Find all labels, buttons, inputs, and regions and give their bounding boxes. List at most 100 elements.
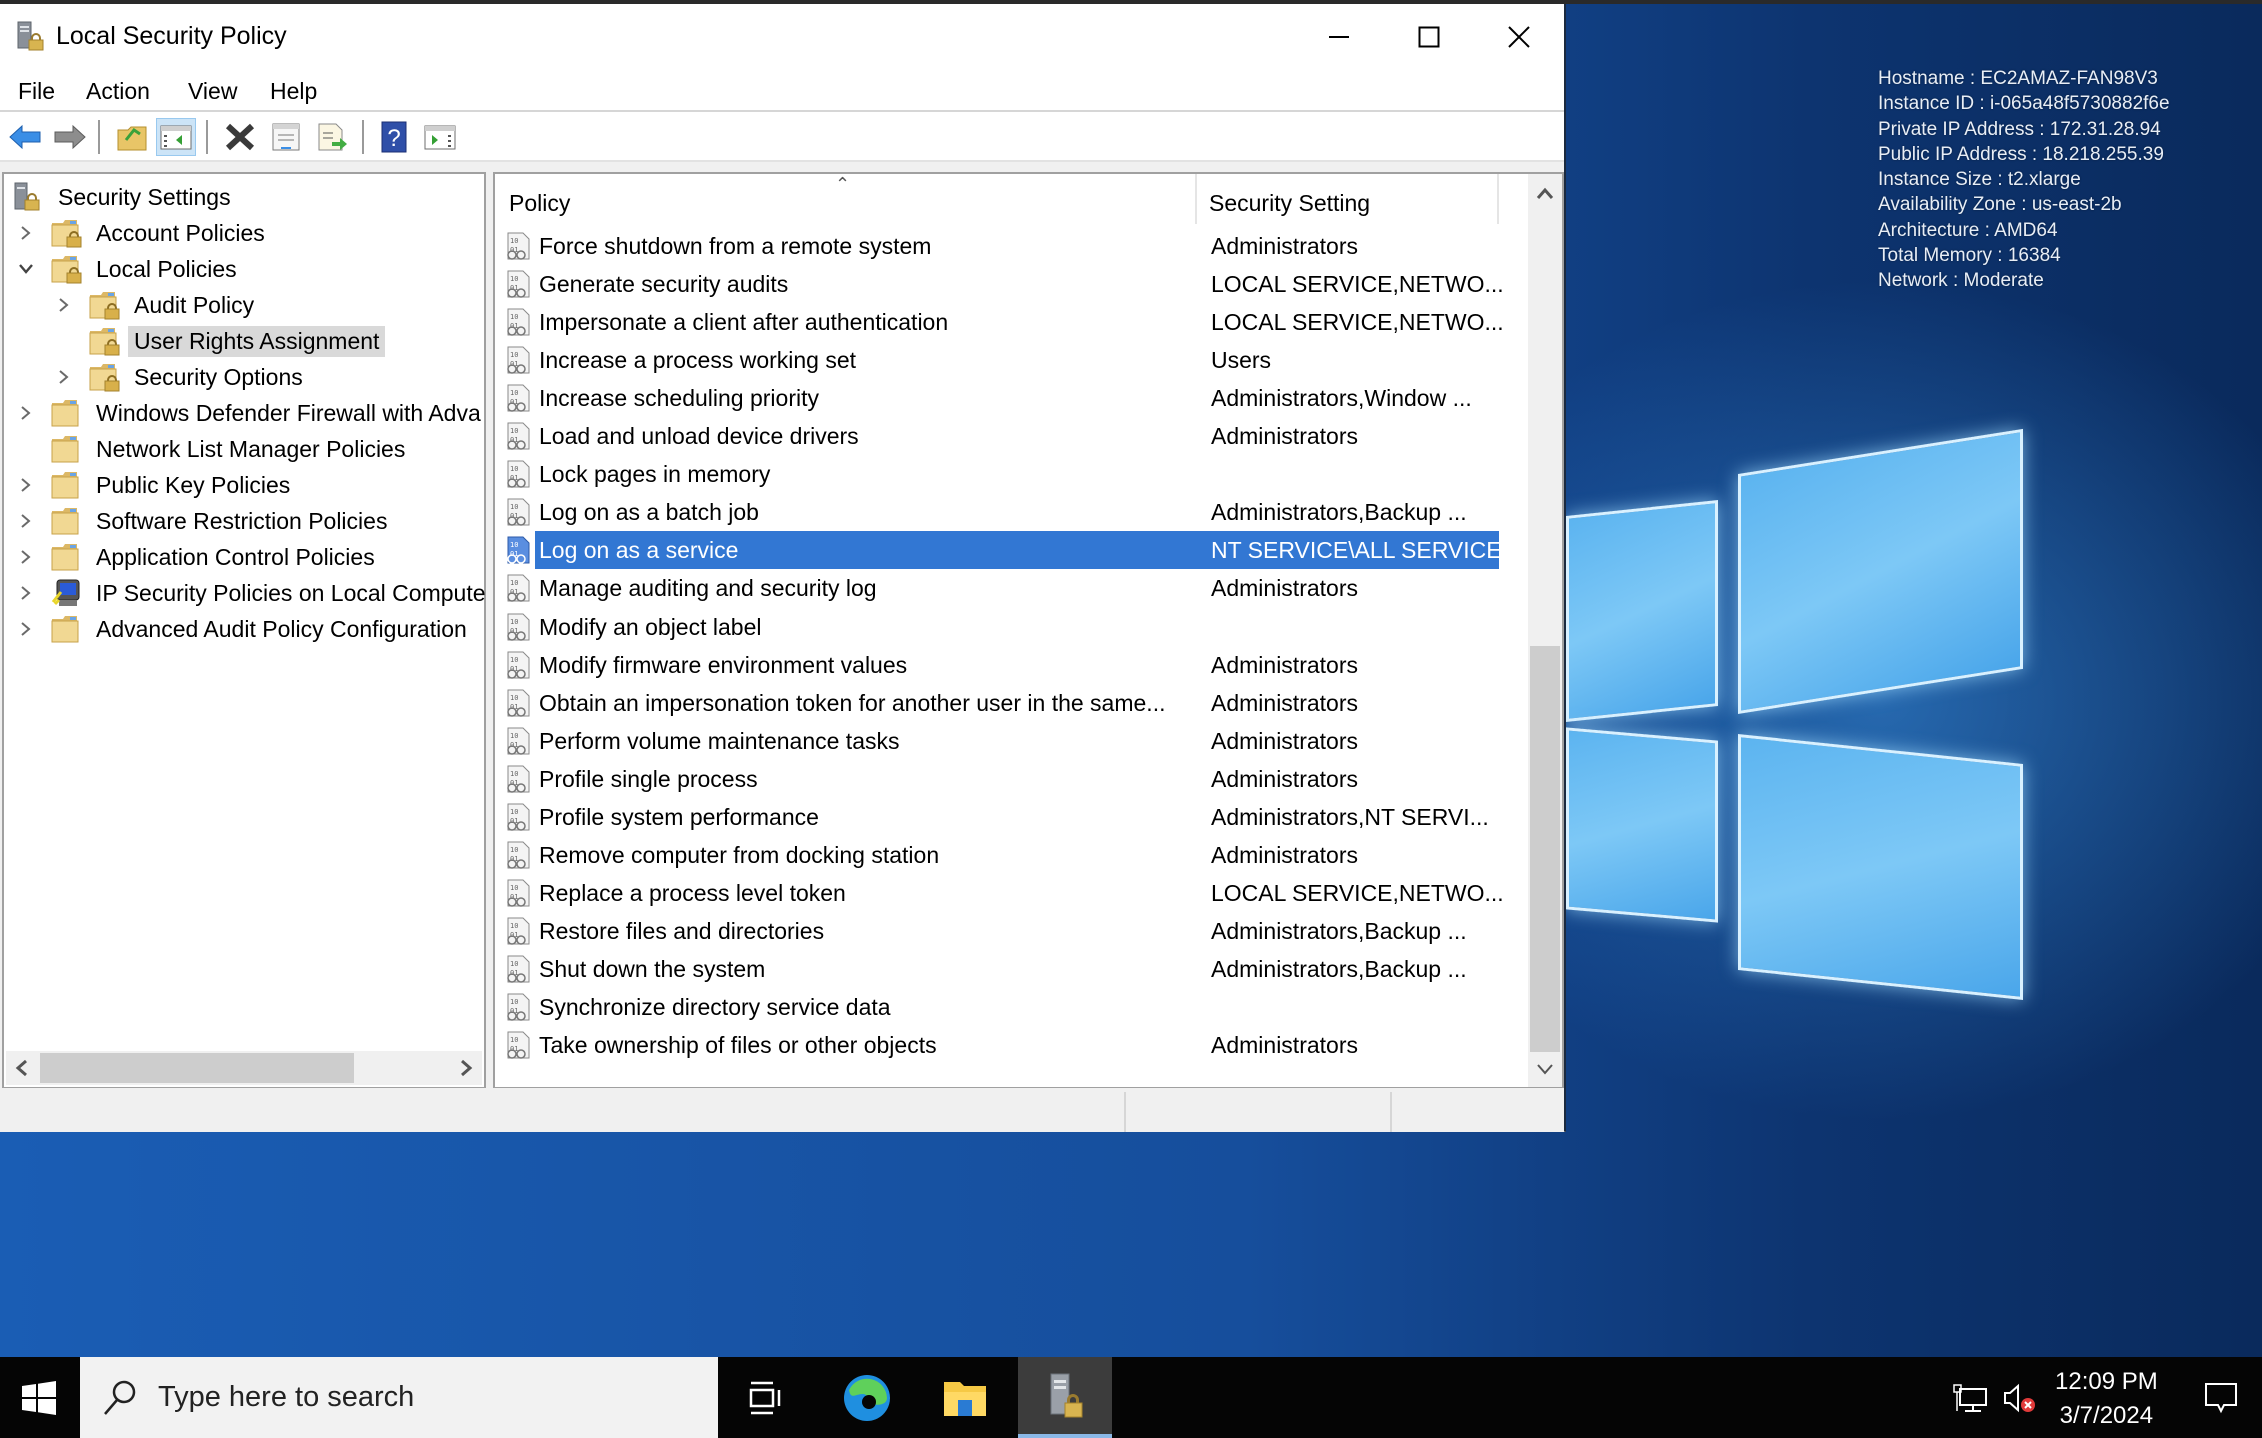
sysinfo-hostname: Hostname : EC2AMAZ-FAN98V3 <box>1878 68 2158 89</box>
expand-chevron-icon[interactable] <box>54 288 74 322</box>
tree-item-ip-security-policies-on-local-compute[interactable]: IP Security Policies on Local Compute <box>12 576 492 610</box>
notifications-icon <box>2205 1382 2237 1413</box>
tree-item-user-rights-assignment[interactable]: User Rights Assignment <box>50 324 386 358</box>
taskbar-edge[interactable] <box>820 1357 914 1438</box>
collapse-chevron-icon[interactable] <box>16 252 36 286</box>
action-center-button[interactable] <box>2196 1357 2246 1438</box>
security-setting-value: Administrators <box>1211 651 1358 678</box>
scroll-right-icon[interactable] <box>458 1059 474 1077</box>
expand-chevron-icon[interactable] <box>16 216 36 250</box>
policy-row[interactable]: 10 01 Replace a process level token LOCAL S… <box>503 874 1504 912</box>
show-hide-console-tree-button[interactable] <box>156 118 196 156</box>
up-one-level-button[interactable] <box>112 118 152 156</box>
menu-view[interactable]: View <box>188 78 237 105</box>
svg-text:10: 10 <box>510 846 518 854</box>
policy-row[interactable]: 10 01 Restore files and directories Adminis… <box>503 912 1499 950</box>
status-bar <box>0 1088 1564 1132</box>
maximize-button[interactable] <box>1384 4 1474 70</box>
menu-action[interactable]: Action <box>86 78 150 105</box>
expand-chevron-icon[interactable] <box>16 396 36 430</box>
expand-chevron-icon[interactable] <box>16 612 36 646</box>
menu-bar: File Action View Help <box>0 70 1564 112</box>
tree-horizontal-scrollbar[interactable] <box>6 1051 482 1085</box>
properties-button[interactable] <box>266 118 306 156</box>
title-bar[interactable]: Local Security Policy <box>0 4 1564 70</box>
policy-row[interactable]: 10 01 Log on as a service NT SERVICE\ALL SE… <box>503 531 1517 570</box>
tree-item-network-list-manager-policies[interactable]: Network List Manager Policies <box>12 432 411 466</box>
svg-text:10: 10 <box>510 998 518 1006</box>
scroll-up-icon[interactable] <box>1536 186 1554 200</box>
back-button[interactable] <box>5 118 45 156</box>
tree-item-account-policies[interactable]: Account Policies <box>12 216 271 250</box>
expand-chevron-icon[interactable] <box>16 540 36 574</box>
show-hide-action-pane-button[interactable] <box>420 118 460 156</box>
tree-item-windows-defender-firewall-with-adva[interactable]: Windows Defender Firewall with Adva <box>12 396 487 430</box>
security-setting-value: LOCAL SERVICE,NETWO... <box>1211 309 1504 336</box>
policy-row[interactable]: 10 01 Impersonate a client after authentic… <box>503 303 1504 341</box>
policy-row[interactable]: 10 01 Remove computer from docking station… <box>503 836 1499 874</box>
policy-setting-icon: 1001 <box>507 765 530 793</box>
policy-row[interactable]: 10 01 Modify firmware environment values Ad… <box>503 646 1499 684</box>
close-button[interactable] <box>1474 4 1564 70</box>
column-divider[interactable] <box>1497 174 1499 224</box>
policy-row[interactable]: 10 01 Obtain an impersonation token for an… <box>503 684 1499 722</box>
tree-item-public-key-policies[interactable]: Public Key Policies <box>12 468 296 502</box>
policy-row[interactable]: 10 01 Increase a process working set Users <box>503 341 1499 379</box>
menu-file[interactable]: File <box>18 78 55 105</box>
help-button[interactable]: ? <box>374 118 414 156</box>
column-header-security-setting[interactable]: Security Setting <box>1209 190 1370 217</box>
expand-chevron-icon[interactable] <box>16 576 36 610</box>
svg-text:10: 10 <box>510 313 518 321</box>
policy-row[interactable]: 10 01 Manage auditing and security log Admi… <box>503 569 1499 607</box>
volume-tray-icon[interactable] <box>2000 1357 2040 1438</box>
tree-item-security-options[interactable]: Security Options <box>50 360 309 394</box>
task-view-button[interactable] <box>718 1357 812 1438</box>
taskbar-search-box[interactable]: Type here to search <box>80 1357 718 1438</box>
tree-item-application-control-policies[interactable]: Application Control Policies <box>12 540 381 574</box>
policy-row[interactable]: 10 01 Perform volume maintenance tasks Admi… <box>503 722 1499 760</box>
system-clock[interactable]: 12:09 PM 3/7/2024 <box>2055 1365 2158 1433</box>
policy-row[interactable]: 10 01 Profile single process Administrators <box>503 760 1499 798</box>
scroll-down-icon[interactable] <box>1536 1063 1554 1077</box>
column-divider[interactable] <box>1195 174 1197 224</box>
policy-row[interactable]: 10 01 Take ownership of files or other obj… <box>503 1026 1499 1064</box>
menu-help[interactable]: Help <box>270 78 317 105</box>
policy-row[interactable]: 10 01 Increase scheduling priority Administ… <box>503 379 1499 417</box>
start-button[interactable] <box>0 1357 78 1438</box>
export-list-button[interactable] <box>312 118 352 156</box>
tree-item-audit-policy[interactable]: Audit Policy <box>50 288 260 322</box>
taskbar-file-explorer[interactable] <box>918 1357 1012 1438</box>
tree-root-security-settings[interactable]: Security Settings <box>12 180 237 214</box>
policy-row[interactable]: 10 01 Load and unload device drivers Admini… <box>503 417 1499 455</box>
svg-text:10: 10 <box>510 960 518 968</box>
network-tray-icon[interactable] <box>1950 1357 1990 1438</box>
policy-row[interactable]: 10 01 Modify an object label <box>503 608 1499 646</box>
properties-icon <box>272 123 300 151</box>
expand-chevron-icon[interactable] <box>16 468 36 502</box>
list-vertical-scrollbar[interactable] <box>1528 174 1562 1087</box>
logo-pane-top-right <box>1738 428 2023 714</box>
forward-button[interactable] <box>50 118 90 156</box>
policy-row[interactable]: 10 01 Shut down the system Administrators,B… <box>503 950 1499 988</box>
sysinfo-private-ip: Private IP Address : 172.31.28.94 <box>1878 118 2161 140</box>
tree-item-software-restriction-policies[interactable]: Software Restriction Policies <box>12 504 393 538</box>
policy-row[interactable]: 10 01 Lock pages in memory <box>503 455 1499 493</box>
policy-row[interactable]: 10 01 Force shutdown from a remote system A… <box>503 227 1499 265</box>
delete-button[interactable] <box>220 118 260 156</box>
toolbar: ? <box>0 112 1564 162</box>
tree-scroll-thumb[interactable] <box>40 1053 354 1083</box>
policy-row[interactable]: 10 01 Generate security audits LOCAL SERVIC… <box>503 265 1504 303</box>
expand-chevron-icon[interactable] <box>16 504 36 538</box>
tree-item-advanced-audit-policy-configuration[interactable]: Advanced Audit Policy Configuration <box>12 612 473 646</box>
list-scroll-thumb[interactable] <box>1530 646 1560 1052</box>
minimize-button[interactable] <box>1294 4 1384 70</box>
policy-row[interactable]: 10 01 Synchronize directory service data <box>503 988 1499 1026</box>
policy-setting-icon: 1001 <box>507 727 530 755</box>
column-header-policy[interactable]: Policy <box>509 190 570 217</box>
scroll-left-icon[interactable] <box>14 1059 30 1077</box>
policy-row[interactable]: 10 01 Profile system performance Administra… <box>503 798 1499 836</box>
tree-item-local-policies[interactable]: Local Policies <box>12 252 243 286</box>
policy-row[interactable]: 10 01 Log on as a batch job Administrators,… <box>503 493 1499 531</box>
expand-chevron-icon[interactable] <box>54 360 74 394</box>
taskbar-local-security-policy[interactable] <box>1018 1357 1112 1438</box>
